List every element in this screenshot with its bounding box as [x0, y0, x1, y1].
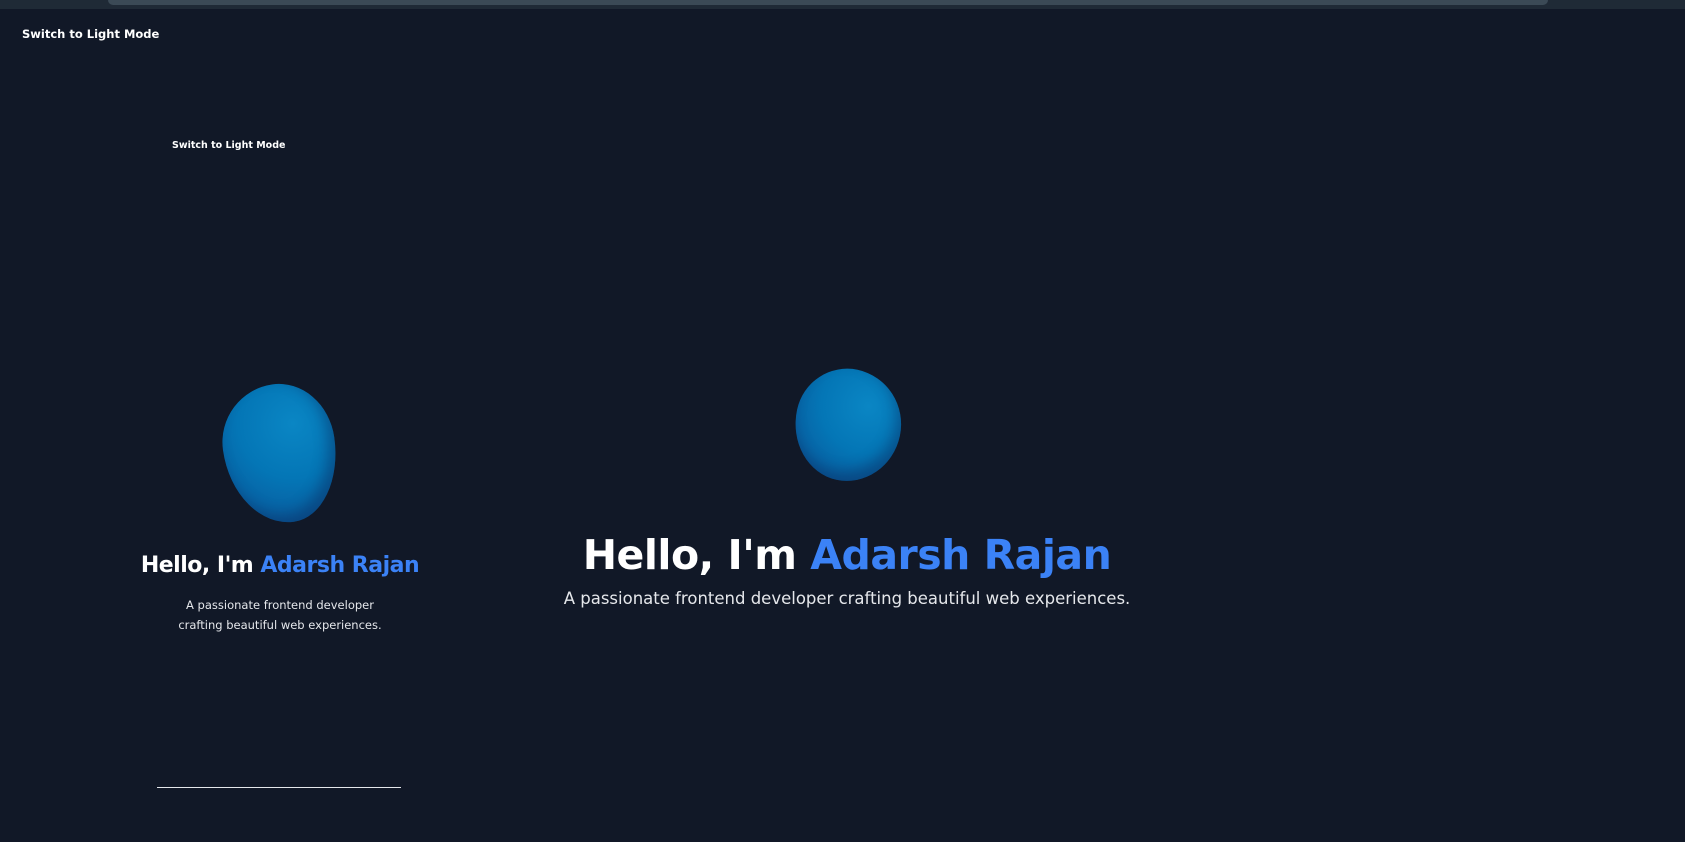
browser-tab-bar — [108, 0, 1548, 5]
preview-divider — [157, 787, 401, 788]
hero-subtitle: A passionate frontend developer crafting… — [563, 589, 1131, 608]
hero-title: Hello, I'm Adarsh Rajan — [560, 531, 1134, 579]
preview-hero-subtitle: A passionate frontend developer crafting… — [178, 598, 382, 632]
preview-theme-toggle-button[interactable]: Switch to Light Mode — [172, 140, 285, 151]
preview-hero-title: Hello, I'm Adarsh Rajan — [120, 553, 440, 578]
browser-top-strip — [0, 0, 1685, 9]
hero-greeting: Hello, I'm — [582, 531, 811, 579]
hero-blob-graphic — [784, 359, 912, 491]
preview-name: Adarsh Rajan — [260, 553, 420, 578]
hero-name: Adarsh Rajan — [810, 531, 1112, 579]
preview-greeting: Hello, I'm — [140, 553, 261, 578]
theme-toggle-button[interactable]: Switch to Light Mode — [22, 27, 159, 41]
preview-blob-graphic — [214, 376, 346, 531]
